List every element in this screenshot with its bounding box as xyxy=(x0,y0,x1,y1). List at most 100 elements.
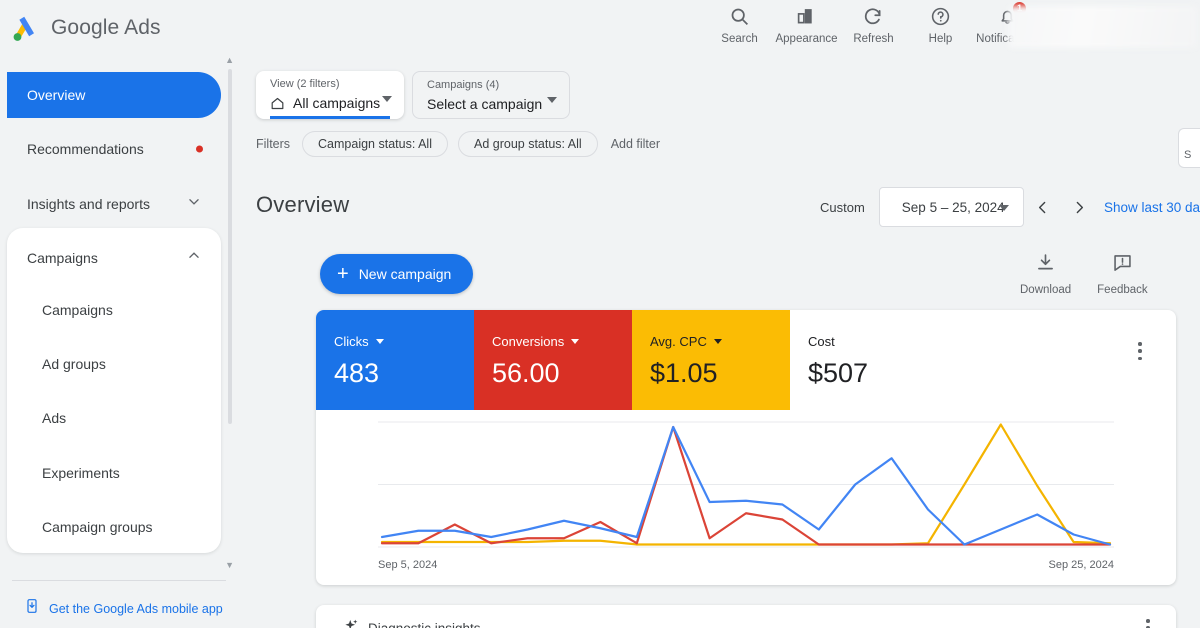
campaign-selector-value: Select a campaign xyxy=(427,96,543,112)
search-icon xyxy=(729,4,750,28)
sidebar-subitem-ad-groups[interactable]: Ad groups xyxy=(7,344,221,384)
sidebar-subitem-label: Ad groups xyxy=(42,356,106,372)
dot xyxy=(1138,342,1142,346)
nav-refresh[interactable]: Refresh xyxy=(840,4,907,45)
chevron-down-icon xyxy=(187,195,201,214)
nav-help[interactable]: Help xyxy=(907,4,974,45)
campaign-selector[interactable]: Campaigns (4) Select a campaign xyxy=(412,71,570,119)
filters-label: Filters xyxy=(256,137,291,151)
filters-bar: Filters Campaign status: All Ad group st… xyxy=(256,131,660,157)
new-campaign-button[interactable]: + New campaign xyxy=(320,254,474,294)
metric-value: 483 xyxy=(334,358,380,388)
google-ads-app: Google Ads Search Appearance Refresh Hel… xyxy=(0,0,1200,628)
chevron-up-icon xyxy=(187,249,201,268)
brand-ads-text: Ads xyxy=(124,15,161,39)
date-range-controls: Custom Sep 5 – 25, 2024 Show last 30 da xyxy=(820,186,1200,228)
chevron-down-icon xyxy=(547,97,557,103)
metric-card-avg-cpc[interactable]: Avg. CPC $1.05 xyxy=(632,310,790,410)
filter-chip-campaign-status[interactable]: Campaign status: All xyxy=(302,131,448,157)
date-next-button[interactable] xyxy=(1061,188,1098,226)
chevron-down-icon xyxy=(998,205,1009,211)
add-filter-button[interactable]: Add filter xyxy=(611,137,660,151)
sidebar-scroll-up-icon[interactable]: ▲ xyxy=(225,55,234,65)
nav-search-label: Search xyxy=(721,33,758,45)
metric-card-clicks[interactable]: Clicks 483 xyxy=(316,310,474,410)
sidebar-item-label: Recommendations xyxy=(27,141,144,157)
overview-card: Clicks 483 Conversions 56.00 Avg. CPC $1… xyxy=(316,310,1176,585)
date-range-picker[interactable]: Sep 5 – 25, 2024 xyxy=(878,187,1024,227)
sidebar-item-insights-and-reports[interactable]: Insights and reports xyxy=(7,181,221,227)
metric-name-text: Avg. CPC xyxy=(650,334,707,349)
metric-value: 56.00 xyxy=(492,358,560,388)
date-prev-button[interactable] xyxy=(1024,188,1061,226)
date-range-value: Sep 5 – 25, 2024 xyxy=(901,200,1005,215)
sidebar-subitem-ads[interactable]: Ads xyxy=(7,398,221,438)
account-avatar-redacted[interactable] xyxy=(1008,6,1198,48)
feedback-button[interactable]: Feedback xyxy=(1097,252,1148,296)
diagnostic-card-menu-button[interactable] xyxy=(1138,617,1158,628)
metric-name: Conversions xyxy=(492,334,580,349)
nav-appearance[interactable]: Appearance xyxy=(773,4,840,45)
diagnostic-insights-title: Diagnostic insights xyxy=(368,621,481,628)
brand-google-text: Google xyxy=(51,15,120,39)
brand-title: Google Ads xyxy=(51,16,161,40)
sidebar-scroll-down-icon[interactable]: ▼ xyxy=(225,560,234,570)
view-selector-value: All campaigns xyxy=(293,95,381,111)
home-icon xyxy=(270,96,285,116)
dot xyxy=(1138,356,1142,360)
metric-name: Cost xyxy=(808,334,835,349)
metric-card-conversions[interactable]: Conversions 56.00 xyxy=(474,310,632,410)
download-icon xyxy=(1035,252,1056,278)
chart-series-conversions xyxy=(380,425,1112,546)
appearance-icon xyxy=(796,4,817,28)
nav-help-label: Help xyxy=(928,33,953,45)
sidebar-subitem-label: Experiments xyxy=(42,465,120,481)
sidebar-subitem-label: Ads xyxy=(42,410,67,426)
brand-logo-area[interactable]: Google Ads xyxy=(10,13,161,43)
nav-search[interactable]: Search xyxy=(706,4,773,45)
chevron-down-icon xyxy=(571,339,580,344)
chart-svg xyxy=(378,421,1114,548)
sidebar-subitem-campaign-groups[interactable]: Campaign groups xyxy=(7,507,221,547)
sidebar-scroll-area: Overview Recommendations Insights and re… xyxy=(0,55,238,575)
dot xyxy=(1146,619,1150,623)
offscreen-panel-edge[interactable]: S xyxy=(1178,128,1200,168)
download-button[interactable]: Download xyxy=(1020,252,1071,296)
nav-appearance-label: Appearance xyxy=(775,33,838,45)
date-custom-label: Custom xyxy=(820,199,865,215)
metric-name: Avg. CPC xyxy=(650,334,722,349)
sidebar-item-label: Overview xyxy=(27,87,86,103)
nav-refresh-label: Refresh xyxy=(853,33,894,45)
overview-card-menu-button[interactable] xyxy=(1130,340,1150,362)
show-last-30-days-link[interactable]: Show last 30 da xyxy=(1104,200,1200,215)
app-header: Google Ads Search Appearance Refresh Hel… xyxy=(0,0,1200,55)
metric-value: $1.05 xyxy=(650,358,718,388)
sidebar-item-overview[interactable]: Overview xyxy=(7,72,221,118)
sidebar-subitem-experiments[interactable]: Experiments xyxy=(7,453,221,493)
dot xyxy=(1138,349,1142,353)
performance-chart[interactable]: Sep 5, 2024 Sep 25, 2024 xyxy=(316,410,1176,585)
view-selector[interactable]: View (2 filters) All campaigns xyxy=(256,71,404,119)
page-action-icons: Download Feedback xyxy=(1020,252,1148,296)
sidebar-item-recommendations[interactable]: Recommendations xyxy=(7,126,221,172)
sidebar-item-label: Campaigns xyxy=(27,250,98,266)
chevron-down-icon xyxy=(382,96,392,102)
filter-chip-ad-group-status[interactable]: Ad group status: All xyxy=(457,131,598,157)
sidebar-item-campaigns[interactable]: Campaigns xyxy=(7,235,221,281)
sidebar-scrollbar[interactable] xyxy=(228,69,232,424)
mobile-app-label: Get the Google Ads mobile app xyxy=(49,601,223,616)
metric-cards: Clicks 483 Conversions 56.00 Avg. CPC $1… xyxy=(316,310,1176,410)
sidebar-subitem-label: Campaigns xyxy=(42,302,113,318)
mobile-app-icon xyxy=(24,598,40,619)
recommendations-alert-dot-icon xyxy=(196,145,203,153)
diagnostic-insights-card[interactable]: Diagnostic insights xyxy=(316,605,1176,628)
chevron-down-icon xyxy=(375,339,384,344)
metric-card-cost[interactable]: Cost $507 xyxy=(790,310,948,410)
sidebar-subitem-campaigns[interactable]: Campaigns xyxy=(7,290,221,330)
page-title: Overview xyxy=(256,192,350,217)
chevron-down-icon xyxy=(713,339,722,344)
google-ads-logo-icon xyxy=(10,13,40,43)
mobile-app-link[interactable]: Get the Google Ads mobile app xyxy=(24,598,223,619)
header-nav-icons: Search Appearance Refresh Help xyxy=(706,1,1041,45)
help-icon xyxy=(930,4,951,28)
